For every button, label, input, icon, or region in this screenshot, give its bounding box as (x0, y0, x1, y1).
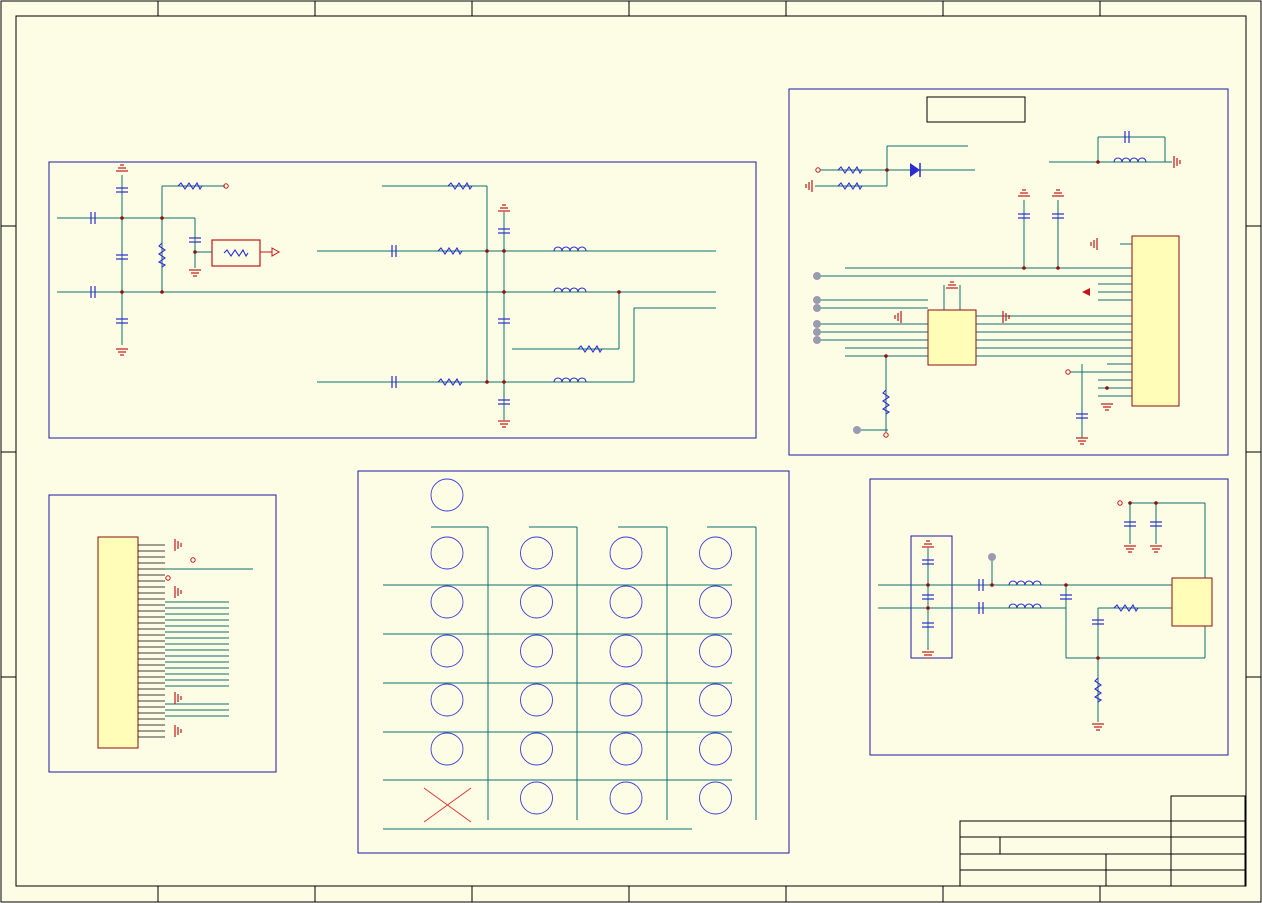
connector-ic (1131, 235, 1180, 407)
regulator-ic (927, 309, 977, 366)
amplifier-ic (1171, 577, 1213, 627)
schematic-sheet (0, 0, 1262, 903)
block-label-box (926, 96, 1026, 123)
testpoint (988, 553, 996, 561)
board-connector (97, 536, 139, 749)
schematic-canvas (0, 0, 1262, 903)
sheet-border (0, 0, 1262, 903)
